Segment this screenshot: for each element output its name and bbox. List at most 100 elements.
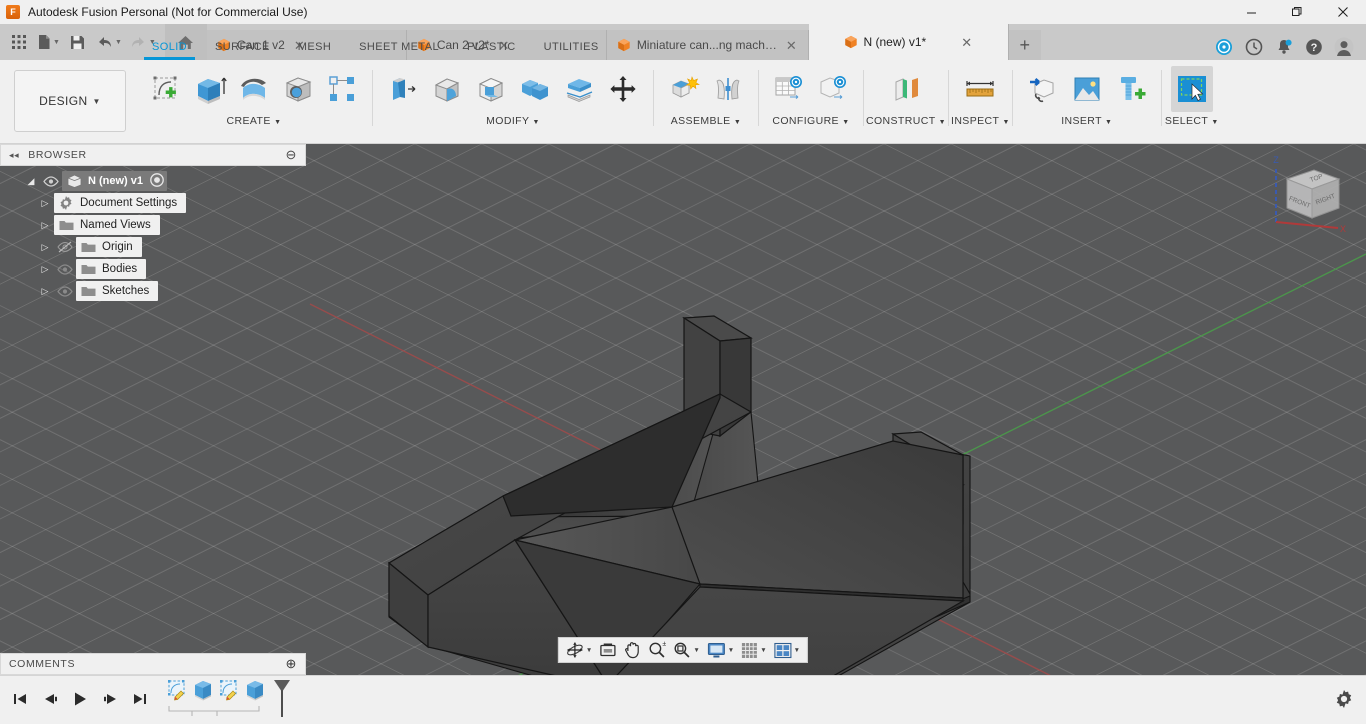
- group-caret-icon[interactable]: ▼: [533, 119, 540, 126]
- extrude-icon[interactable]: [189, 66, 231, 112]
- tree-item-named-views[interactable]: ▷ Named Views: [0, 214, 306, 236]
- tree-item-body[interactable]: Document Settings: [54, 193, 186, 213]
- display-settings-icon[interactable]: ▼: [704, 639, 737, 661]
- tab-miniature-canning-machine[interactable]: Miniature can...ng machine v4 ✕: [607, 30, 809, 60]
- visibility-eye-icon[interactable]: [54, 264, 76, 275]
- ribbon-tab-solid[interactable]: SOLID: [138, 36, 201, 58]
- user-avatar-icon[interactable]: [1334, 37, 1354, 57]
- collapse-arrow-icon[interactable]: ▷: [36, 286, 54, 297]
- group-caret-icon[interactable]: ▼: [274, 119, 281, 126]
- ribbon-tab-mesh[interactable]: MESH: [284, 36, 345, 58]
- ribbon-group-label[interactable]: SELECT ▼: [1165, 115, 1219, 127]
- ribbon-tab-sheet-metal[interactable]: SHEET METAL: [345, 36, 453, 58]
- tab-close-icon[interactable]: ✕: [958, 36, 975, 49]
- tree-item-body[interactable]: Origin: [76, 237, 142, 257]
- revolve-icon[interactable]: [233, 66, 275, 112]
- group-caret-icon[interactable]: ▼: [842, 119, 849, 126]
- go-to-beginning-icon[interactable]: [10, 688, 30, 710]
- 3d-viewport[interactable]: ◂◂ BROWSER ⊖ ◢ N (new) v1: [0, 144, 1366, 675]
- ribbon-tab-plastic[interactable]: PLASTIC: [453, 36, 530, 58]
- select-window-icon[interactable]: [1171, 66, 1213, 112]
- orbit-caret-icon[interactable]: ▼: [586, 647, 592, 654]
- go-to-end-icon[interactable]: [130, 688, 150, 710]
- recent-activity-icon[interactable]: [1244, 37, 1264, 57]
- notifications-icon[interactable]: [1274, 37, 1294, 57]
- grid-snaps-caret-icon[interactable]: ▼: [760, 647, 766, 654]
- browser-minimize-icon[interactable]: ⊖: [286, 147, 298, 163]
- tab-n-new[interactable]: N (new) v1* ✕: [809, 24, 1009, 60]
- extensions-icon[interactable]: [1214, 37, 1234, 57]
- create-configuration-icon[interactable]: [768, 66, 810, 112]
- configure-part-icon[interactable]: [812, 66, 854, 112]
- step-forward-icon[interactable]: [100, 688, 120, 710]
- look-at-icon[interactable]: [596, 639, 620, 661]
- collapse-arrow-icon[interactable]: ▷: [36, 264, 54, 275]
- zoom-icon[interactable]: ±: [645, 639, 669, 661]
- activate-radio-icon[interactable]: [149, 172, 165, 191]
- visibility-eye-icon[interactable]: [54, 286, 76, 297]
- close-button[interactable]: [1320, 0, 1366, 24]
- comments-panel[interactable]: COMMENTS ⊕: [0, 653, 306, 675]
- maximize-button[interactable]: [1274, 0, 1320, 24]
- hole-icon[interactable]: [277, 66, 319, 112]
- joint-icon[interactable]: [707, 66, 749, 112]
- orbit-icon[interactable]: ▼: [563, 639, 595, 661]
- gear-icon[interactable]: [1332, 687, 1356, 711]
- ribbon-group-label[interactable]: INSERT ▼: [1061, 115, 1112, 127]
- collapse-arrow-icon[interactable]: ▷: [36, 198, 54, 209]
- pan-icon[interactable]: [621, 639, 644, 661]
- create-sketch-icon[interactable]: [145, 66, 187, 112]
- group-caret-icon[interactable]: ▼: [939, 119, 946, 126]
- sketch-feature-icon[interactable]: [166, 679, 190, 705]
- collapse-icon[interactable]: ◂◂: [9, 150, 19, 161]
- group-caret-icon[interactable]: ▼: [734, 119, 741, 126]
- extrude-feature-icon[interactable]: [244, 679, 268, 705]
- sketch-feature-icon[interactable]: [218, 679, 242, 705]
- ribbon-tab-surface[interactable]: SURFACE: [201, 36, 284, 58]
- add-comment-icon[interactable]: ⊕: [286, 656, 298, 672]
- ribbon-tab-utilities[interactable]: UTILITIES: [530, 36, 613, 58]
- visibility-eye-off-icon[interactable]: [54, 241, 76, 253]
- timeline-marker[interactable]: [272, 679, 292, 724]
- group-caret-icon[interactable]: ▼: [1002, 119, 1009, 126]
- new-component-icon[interactable]: [663, 66, 705, 112]
- canvas-image-icon[interactable]: [1066, 66, 1108, 112]
- tree-item-document-settings[interactable]: ▷ Document Settings: [0, 192, 306, 214]
- new-file-caret-icon[interactable]: ▼: [53, 39, 60, 46]
- help-icon[interactable]: ?: [1304, 37, 1324, 57]
- undo-caret-icon[interactable]: ▼: [115, 39, 122, 46]
- tab-close-icon[interactable]: ✕: [783, 39, 800, 52]
- ribbon-group-label[interactable]: CONFIGURE ▼: [772, 115, 849, 127]
- ribbon-group-label[interactable]: CONSTRUCT ▼: [866, 115, 946, 127]
- undo-icon[interactable]: ▼: [93, 27, 125, 57]
- new-tab-button[interactable]: +: [1009, 30, 1041, 60]
- workspace-caret-icon[interactable]: ▼: [93, 97, 101, 106]
- measure-icon[interactable]: [959, 66, 1001, 112]
- tree-item-origin[interactable]: ▷ Origin: [0, 236, 306, 258]
- press-pull-icon[interactable]: [382, 66, 424, 112]
- combine-icon[interactable]: [514, 66, 556, 112]
- save-icon[interactable]: [65, 27, 91, 57]
- insert-mcmaster-icon[interactable]: [1110, 66, 1152, 112]
- grid-snaps-icon[interactable]: ▼: [738, 639, 769, 661]
- shell-icon[interactable]: [470, 66, 512, 112]
- zoom-window-caret-icon[interactable]: ▼: [693, 647, 699, 654]
- tree-item-body[interactable]: Named Views: [54, 215, 160, 235]
- view-cube[interactable]: Z X TOP FRONT RIGHT: [1256, 152, 1352, 240]
- collapse-arrow-icon[interactable]: ▷: [36, 242, 54, 253]
- app-grid-icon[interactable]: [6, 27, 32, 57]
- split-face-icon[interactable]: [558, 66, 600, 112]
- workspace-selector[interactable]: DESIGN ▼: [14, 70, 126, 132]
- collapse-arrow-icon[interactable]: ▷: [36, 220, 54, 231]
- display-settings-caret-icon[interactable]: ▼: [728, 647, 734, 654]
- ribbon-group-label[interactable]: CREATE ▼: [227, 115, 282, 127]
- ribbon-group-label[interactable]: ASSEMBLE ▼: [671, 115, 741, 127]
- offset-plane-icon[interactable]: [885, 66, 927, 112]
- step-back-icon[interactable]: [40, 688, 60, 710]
- tree-item-sketches[interactable]: ▷ Sketches: [0, 280, 306, 302]
- viewports-caret-icon[interactable]: ▼: [794, 647, 800, 654]
- fillet-icon[interactable]: [426, 66, 468, 112]
- ribbon-group-label[interactable]: MODIFY ▼: [486, 115, 540, 127]
- expand-arrow-icon[interactable]: ◢: [22, 176, 40, 187]
- extrude-feature-icon[interactable]: [192, 679, 216, 705]
